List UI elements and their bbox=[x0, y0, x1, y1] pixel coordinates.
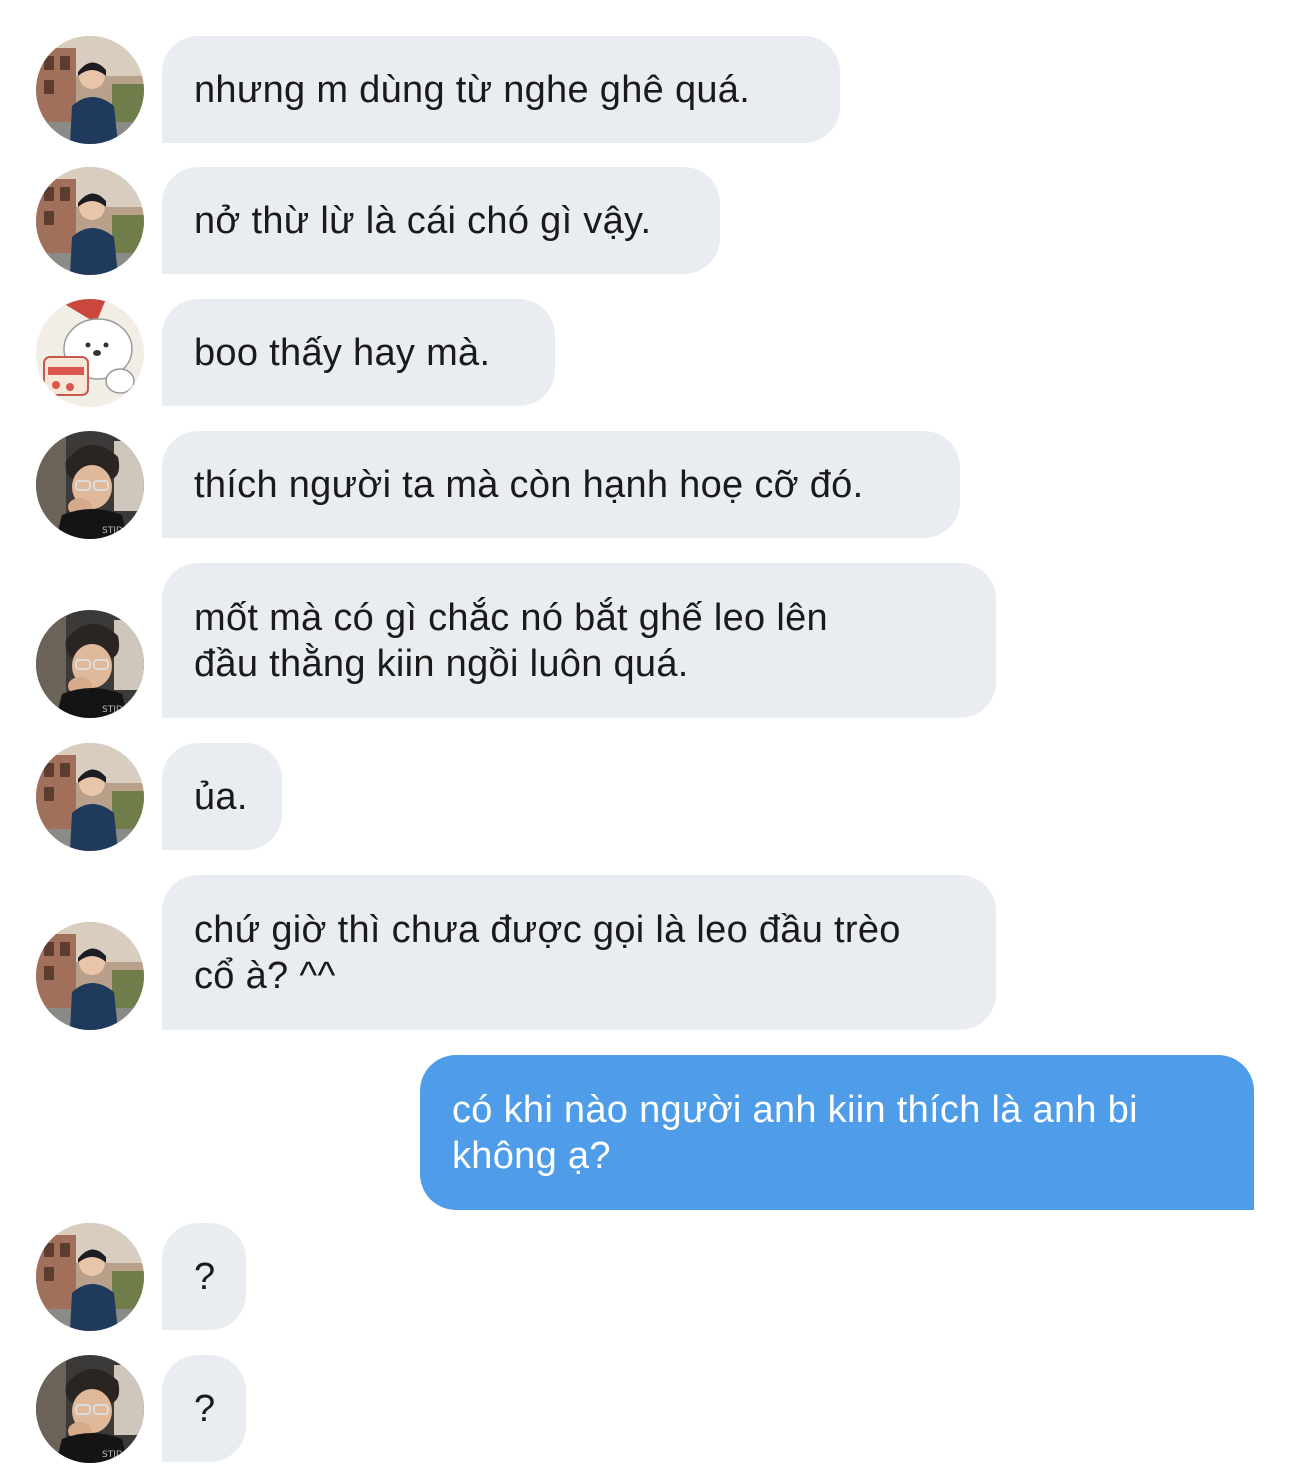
profile-photo-icon bbox=[36, 167, 144, 275]
message-text: nở thừ lừ là cái chó gì vậy. bbox=[194, 199, 652, 242]
message-text: chứ giờ thì chưa được gọi là leo đầu trè… bbox=[194, 908, 901, 997]
profile-photo-icon bbox=[36, 610, 144, 718]
profile-photo-icon bbox=[36, 743, 144, 851]
message-text: boo thấy hay mà. bbox=[194, 331, 491, 374]
avatar[interactable] bbox=[36, 610, 144, 718]
incoming-message-bubble[interactable]: thích người ta mà còn hạnh hoẹ cỡ đó. bbox=[162, 431, 960, 538]
message-text: ? bbox=[194, 1387, 216, 1430]
message-text: nhưng m dùng từ nghe ghê quá. bbox=[194, 68, 751, 111]
message-text: mốt mà có gì chắc nó bắt ghế leo lên đầu… bbox=[194, 596, 828, 685]
avatar[interactable] bbox=[36, 299, 144, 407]
profile-photo-icon bbox=[36, 922, 144, 1030]
message-text: ? bbox=[194, 1255, 216, 1298]
avatar[interactable] bbox=[36, 167, 144, 275]
profile-photo-icon bbox=[36, 1223, 144, 1331]
incoming-message-bubble[interactable]: ủa. bbox=[162, 743, 282, 850]
bear-sticker-avatar-icon bbox=[36, 299, 144, 407]
avatar[interactable] bbox=[36, 1223, 144, 1331]
message-text: có khi nào người anh kiin thích là anh b… bbox=[452, 1088, 1138, 1177]
profile-photo-icon bbox=[36, 36, 144, 144]
avatar[interactable] bbox=[36, 743, 144, 851]
chat-thread[interactable]: nhưng m dùng từ nghe ghê quá. nở thừ lừ … bbox=[0, 0, 1290, 1476]
avatar[interactable] bbox=[36, 431, 144, 539]
incoming-message-bubble[interactable]: boo thấy hay mà. bbox=[162, 299, 555, 406]
message-text: ủa. bbox=[194, 775, 248, 818]
message-text: thích người ta mà còn hạnh hoẹ cỡ đó. bbox=[194, 463, 864, 506]
incoming-message-bubble[interactable]: nhưng m dùng từ nghe ghê quá. bbox=[162, 36, 840, 143]
outgoing-message-bubble[interactable]: có khi nào người anh kiin thích là anh b… bbox=[420, 1055, 1254, 1210]
incoming-message-bubble[interactable]: ? bbox=[162, 1223, 246, 1330]
incoming-message-bubble[interactable]: ? bbox=[162, 1355, 246, 1462]
profile-photo-icon bbox=[36, 431, 144, 539]
profile-photo-icon bbox=[36, 1355, 144, 1463]
incoming-message-bubble[interactable]: mốt mà có gì chắc nó bắt ghế leo lên đầu… bbox=[162, 563, 996, 718]
incoming-message-bubble[interactable]: chứ giờ thì chưa được gọi là leo đầu trè… bbox=[162, 875, 996, 1030]
avatar[interactable] bbox=[36, 1355, 144, 1463]
avatar[interactable] bbox=[36, 922, 144, 1030]
incoming-message-bubble[interactable]: nở thừ lừ là cái chó gì vậy. bbox=[162, 167, 720, 274]
avatar[interactable] bbox=[36, 36, 144, 144]
